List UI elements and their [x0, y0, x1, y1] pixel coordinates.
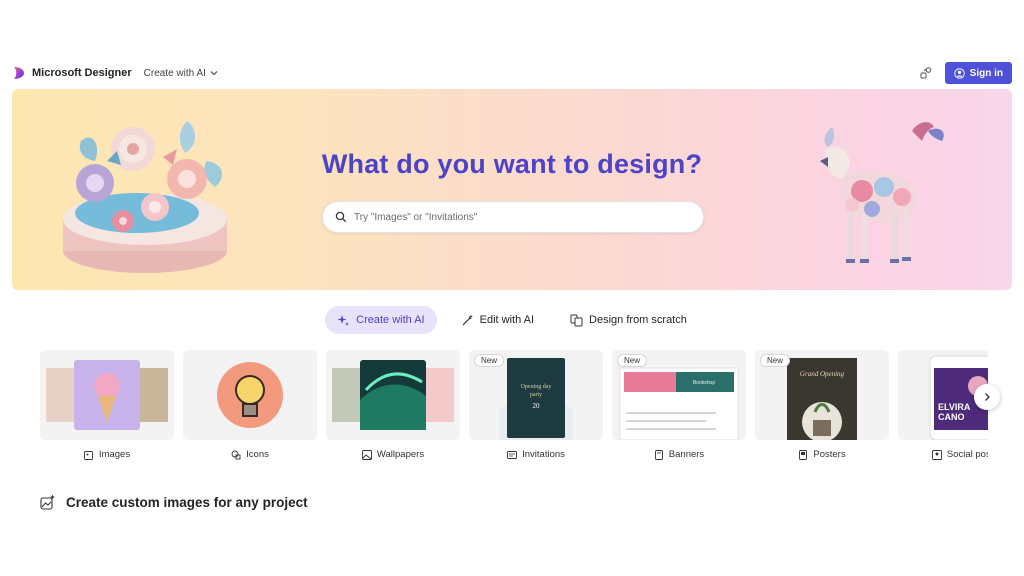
- section-header: Create custom images for any project: [40, 494, 308, 510]
- sparkle-icon: [337, 314, 350, 326]
- invitation-line-2: party: [530, 392, 542, 398]
- invitations-thumbnail: New Opening day party 20: [469, 350, 603, 440]
- card-posters[interactable]: New Grand Opening Posters: [755, 350, 889, 465]
- user-circle-icon: [953, 67, 965, 79]
- invitation-icon: [507, 450, 518, 459]
- card-icons-text: Icons: [246, 449, 269, 460]
- tab-create-with-ai-label: Create with AI: [356, 314, 425, 326]
- share-icon[interactable]: [919, 66, 933, 80]
- card-wallpapers-label: Wallpapers: [361, 449, 425, 460]
- search-icon: [335, 211, 347, 223]
- chevron-right-icon: [985, 393, 990, 401]
- social-name-2: CANO: [938, 412, 965, 422]
- icons-preview: [217, 362, 283, 428]
- paper-deer-illustration: [820, 122, 944, 263]
- card-posters-label: Posters: [798, 449, 846, 460]
- brand-name: Microsoft Designer: [32, 67, 132, 79]
- designer-logo-icon: [14, 67, 24, 79]
- hero-search-box[interactable]: [322, 201, 704, 233]
- tab-create-with-ai[interactable]: Create with AI: [325, 306, 437, 334]
- new-badge: New: [760, 354, 791, 367]
- wallpapers-preview: [332, 360, 454, 430]
- design-icon: [570, 314, 583, 326]
- images-preview: [46, 360, 168, 430]
- invitation-line-1: Opening day: [521, 384, 552, 390]
- carousel-next-button[interactable]: [974, 384, 1000, 410]
- card-social-posts[interactable]: ELVIRA CANO Social posts: [898, 350, 988, 465]
- wallpaper-icon: [361, 449, 372, 460]
- sign-in-button[interactable]: Sign in: [944, 62, 1012, 84]
- image-sparkle-icon: [40, 494, 55, 510]
- poster-icon: [799, 449, 808, 460]
- card-posters-text: Posters: [813, 449, 846, 460]
- card-banners[interactable]: New Bookshop Banners: [612, 350, 746, 465]
- images-thumbnail: [40, 350, 174, 440]
- card-social-posts-label: Social posts: [931, 449, 988, 460]
- card-images-text: Images: [98, 449, 131, 460]
- posters-thumbnail: New Grand Opening: [755, 350, 889, 440]
- card-invitations-text: Invitations: [522, 449, 565, 460]
- image-sparkle-icon: [83, 450, 93, 460]
- card-wallpapers-text: Wallpapers: [376, 449, 425, 460]
- wallpapers-thumbnail: [326, 350, 460, 440]
- hero-banner: What do you want to design?: [12, 89, 1012, 290]
- top-bar: Microsoft Designer Create with AI Sign i…: [12, 60, 1012, 86]
- invitation-date: 20: [533, 402, 541, 410]
- banner-title: Bookshop: [693, 380, 715, 386]
- poster-title: Grand Opening: [800, 370, 845, 378]
- card-images[interactable]: Images: [40, 350, 174, 465]
- tab-design-from-scratch[interactable]: Design from scratch: [558, 306, 699, 334]
- paper-flowers-illustration: [63, 121, 227, 273]
- icon-shapes-icon: [231, 450, 241, 459]
- social-name-1: ELVIRA: [938, 402, 971, 412]
- tab-design-from-scratch-label: Design from scratch: [589, 314, 687, 326]
- create-menu-label: Create with AI: [143, 67, 206, 79]
- card-wallpapers[interactable]: Wallpapers: [326, 350, 460, 465]
- magic-wand-icon: [462, 314, 473, 325]
- icons-thumbnail: [183, 350, 317, 440]
- mode-tabs: Create with AI Edit with AI Design from …: [0, 306, 1024, 334]
- chevron-down-icon: [210, 71, 218, 76]
- hero-search-input[interactable]: [354, 211, 684, 223]
- card-invitations[interactable]: New Opening day party 20 Invitations: [469, 350, 603, 465]
- card-invitations-label: Invitations: [507, 449, 565, 460]
- banner-icon: [654, 449, 663, 460]
- card-banners-text: Banners: [668, 449, 705, 460]
- section-title: Create custom images for any project: [66, 494, 308, 510]
- create-with-ai-menu[interactable]: Create with AI: [144, 68, 218, 79]
- tab-edit-with-ai[interactable]: Edit with AI: [449, 306, 546, 334]
- new-badge: New: [617, 354, 648, 367]
- card-icons[interactable]: Icons: [183, 350, 317, 465]
- tab-edit-with-ai-label: Edit with AI: [479, 314, 535, 326]
- card-images-label: Images: [83, 449, 131, 460]
- card-icons-label: Icons: [231, 449, 269, 460]
- card-banners-label: Banners: [654, 449, 704, 460]
- card-social-posts-text: Social posts: [946, 449, 988, 460]
- banners-thumbnail: New Bookshop: [612, 350, 746, 440]
- sign-in-label: Sign in: [969, 67, 1003, 79]
- category-carousel: Images Icons Wallpapers New Opening day …: [40, 350, 988, 465]
- new-badge: New: [474, 354, 505, 367]
- social-icon: [931, 449, 942, 460]
